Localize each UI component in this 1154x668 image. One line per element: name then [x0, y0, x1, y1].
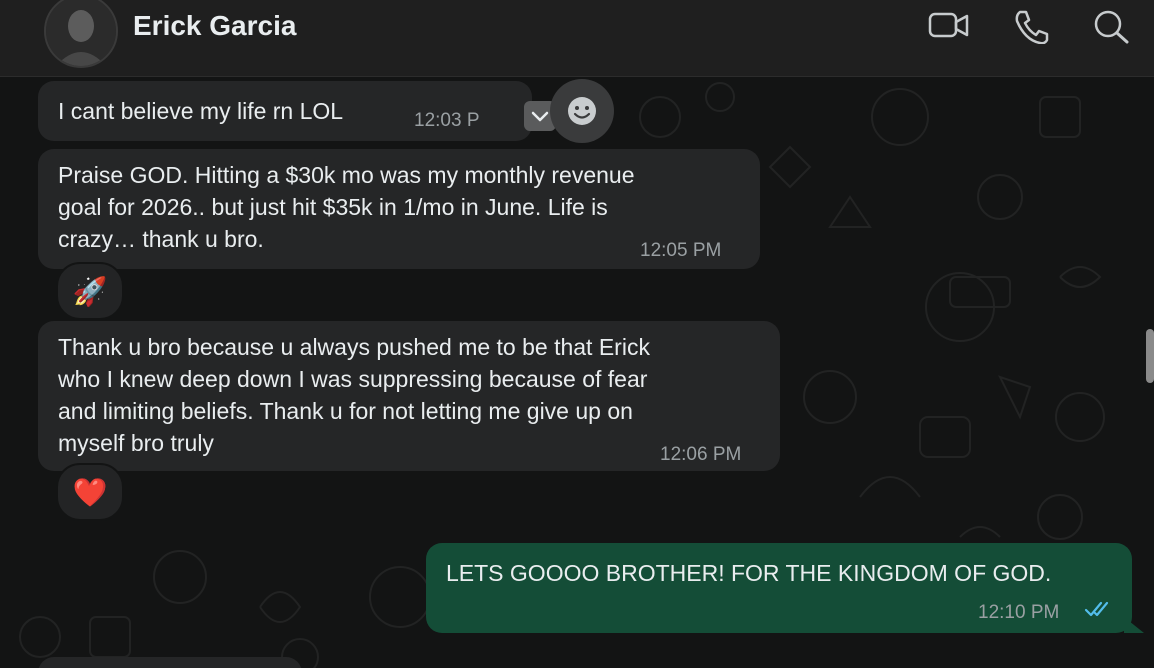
message-time: 12:03 P: [414, 110, 480, 131]
message-text: I cant believe my life rn LOL: [58, 98, 344, 124]
contact-name[interactable]: Erick Garcia: [133, 10, 296, 42]
chat-area[interactable]: I cant believe my life rn LOL 12:03 P Pr…: [0, 77, 1154, 668]
bubble-tail: [1124, 617, 1144, 633]
avatar[interactable]: [44, 0, 118, 68]
video-call-icon[interactable]: [926, 8, 970, 44]
message-bubble-incoming[interactable]: I cant believe my life rn LOL 12:03 P: [38, 81, 556, 141]
message-bubble-incoming[interactable]: Praise GOD. Hitting a $30k mo was my mon…: [38, 149, 760, 269]
message-time: 12:05 PM: [640, 240, 722, 261]
search-icon[interactable]: [1090, 8, 1134, 44]
scrollbar-thumb[interactable]: [1146, 329, 1154, 383]
message-bubble-outgoing[interactable]: LETS GOOOO BROTHER! FOR THE KINGDOM OF G…: [426, 543, 1132, 633]
rocket-icon: 🚀: [72, 275, 108, 307]
message-text: LETS GOOOO BROTHER! FOR THE KINGDOM OF G…: [446, 560, 1052, 586]
message-bubble-incoming[interactable]: Thank u bro because u always pushed me t…: [38, 321, 780, 471]
message-bubble-incoming[interactable]: [38, 657, 302, 668]
heart-icon: ❤️: [72, 476, 108, 508]
chat-header: Erick Garcia: [0, 0, 1154, 77]
smiley-icon: [568, 97, 596, 125]
reaction-badge[interactable]: ❤️: [56, 463, 124, 521]
avatar-photo: [46, 0, 116, 66]
message-text: Praise GOD. Hitting a $30k mo was my mon…: [58, 162, 635, 252]
read-receipt-icon: [1084, 601, 1109, 617]
message-time: 12:06 PM: [660, 444, 742, 465]
react-button[interactable]: [550, 79, 614, 143]
voice-call-icon[interactable]: [1010, 8, 1054, 45]
message-time: 12:10 PM: [978, 602, 1060, 623]
message-text: Thank u bro because u always pushed me t…: [58, 334, 650, 456]
reaction-badge[interactable]: 🚀: [56, 262, 124, 320]
